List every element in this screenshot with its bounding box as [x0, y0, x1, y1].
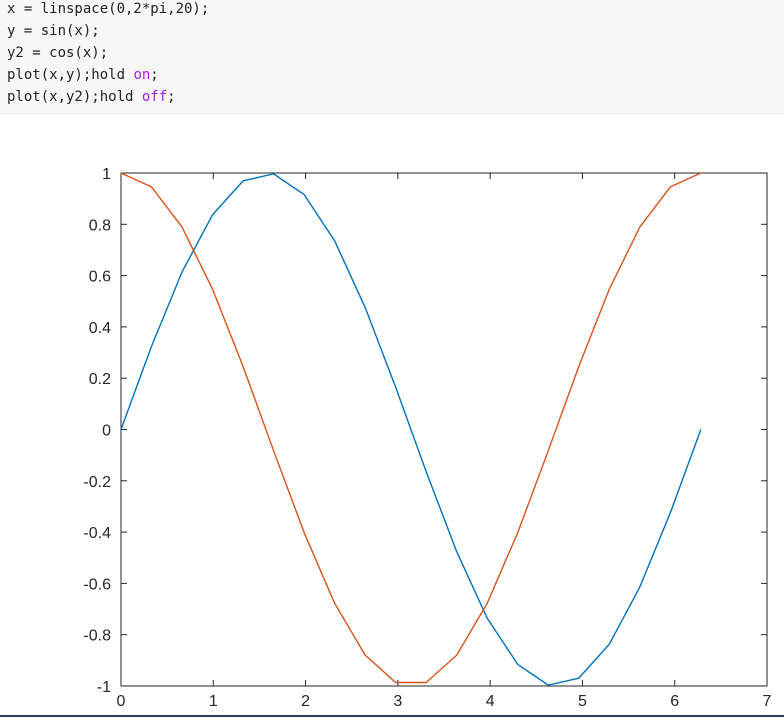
- y-tick-label: -0.8: [83, 628, 111, 645]
- code-text: plot(x,y);hold: [7, 67, 134, 83]
- x-tick-label: 3: [393, 693, 402, 710]
- x-tick-label: 7: [763, 693, 772, 710]
- y-tick-label: -1: [97, 679, 111, 696]
- y-tick-label: 0.6: [89, 269, 111, 286]
- code-text: ;: [167, 89, 176, 105]
- y-tick-label: -0.4: [83, 525, 111, 542]
- code-text: plot(x,y2);hold: [7, 89, 142, 105]
- y-tick-label: 0.4: [89, 320, 111, 337]
- code-text: ;: [150, 67, 159, 83]
- y-tick-label: 0.2: [89, 371, 111, 388]
- y-tick-label: -0.6: [83, 576, 111, 593]
- divider: [0, 715, 784, 717]
- code-keyword: on: [133, 67, 151, 83]
- code-line-4: plot(x,y);hold on;: [7, 64, 159, 86]
- code-line-2: y = sin(x);: [7, 23, 100, 39]
- code-block[interactable]: x = linspace(0,2*pi,20); y = sin(x); y2 …: [0, 0, 784, 114]
- x-tick-label: 4: [486, 693, 495, 710]
- code-line-5: plot(x,y2);hold off;: [7, 86, 176, 108]
- code-keyword: off: [141, 89, 168, 105]
- code-line-3: y2 = cos(x);: [7, 45, 109, 61]
- x-tick-label: 0: [117, 693, 126, 710]
- y-tick-label: -0.2: [83, 474, 111, 491]
- x-tick-label: 1: [209, 693, 218, 710]
- x-tick-label: 6: [670, 693, 679, 710]
- y-tick-label: 0: [102, 423, 111, 440]
- y-tick-label: 1: [102, 166, 111, 183]
- code-line-1: x = linspace(0,2*pi,20);: [7, 1, 210, 17]
- x-tick-label: 5: [578, 693, 587, 710]
- y-tick-label: 0.8: [89, 217, 111, 234]
- line-chart: 0 1 2 3 4 5 6 7 -1 -0.8 -0.6 -0.4 -0.2 0 0.2 0.4 0.6 0.8 1: [83, 166, 772, 710]
- axes-box: [120, 172, 768, 687]
- figure-output: 0 1 2 3 4 5 6 7 -1 -0.8 -0.6 -0.4 -0.2 0 0.2 0.4 0.6 0.8 1: [0, 114, 784, 723]
- x-tick-label: 2: [301, 693, 310, 710]
